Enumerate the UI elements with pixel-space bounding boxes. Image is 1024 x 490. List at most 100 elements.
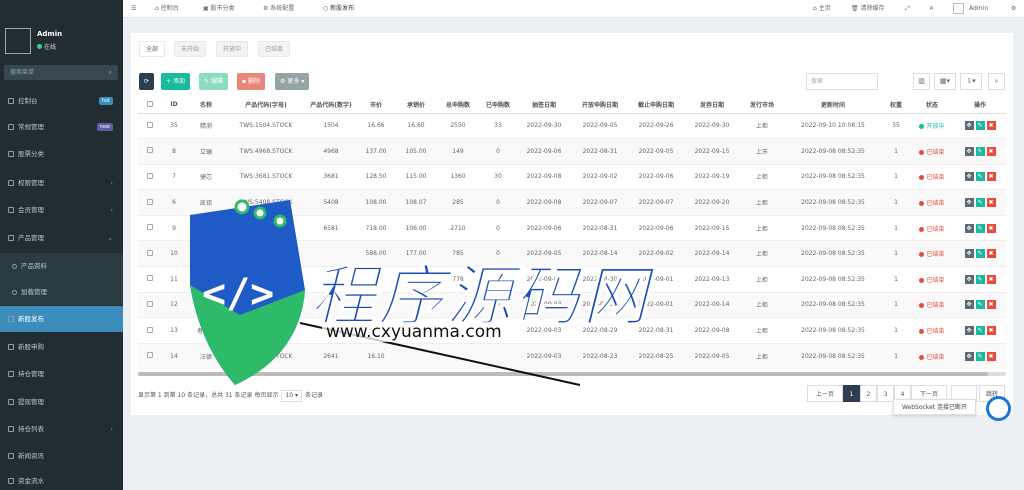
edit-row-icon[interactable]: ✎ (975, 249, 985, 259)
column-header[interactable]: 总申购数 (436, 97, 480, 114)
row-checkbox-cell[interactable] (138, 214, 162, 241)
checkbox[interactable] (147, 172, 153, 179)
delete-row-icon[interactable]: ✖ (986, 351, 996, 361)
tab-open[interactable]: 开放中 (216, 41, 249, 57)
checkbox[interactable] (147, 352, 153, 359)
delete-row-icon[interactable]: ✖ (986, 146, 996, 156)
select-all-checkbox[interactable] (138, 97, 162, 114)
refresh-button[interactable]: ⟳ (139, 73, 155, 90)
edit-row-icon[interactable]: ✎ (975, 274, 985, 284)
avatar[interactable] (5, 28, 31, 54)
sidebar-item-11[interactable]: 持仓管理 (0, 361, 123, 387)
row-checkbox-cell[interactable] (138, 266, 162, 293)
admin-menu[interactable]: Admin (969, 0, 988, 18)
home-link[interactable]: ⌂ 主页 (813, 0, 831, 18)
column-header[interactable]: 更新时间 (784, 97, 882, 114)
delete-row-icon[interactable]: ✖ (986, 121, 996, 131)
delete-row-icon[interactable]: ✖ (986, 223, 996, 233)
table-row[interactable]: 35 精测 TWS:1504.STOCK 1504 16.66 16.60 2550 33 20… (138, 112, 1006, 139)
search-icon[interactable]: ⌕ (109, 65, 112, 80)
drag-handle-icon[interactable]: ✥ (964, 121, 974, 131)
delete-row-icon[interactable]: ✖ (986, 249, 996, 259)
edit-row-icon[interactable]: ✎ (975, 146, 985, 156)
admin-avatar[interactable] (953, 3, 964, 14)
add-button[interactable]: + 添加 (161, 73, 191, 90)
column-header[interactable]: 状态 (910, 97, 954, 114)
checkbox[interactable] (147, 147, 153, 154)
tab-all[interactable]: 全部 (139, 41, 166, 57)
delete-row-icon[interactable]: ✖ (986, 300, 996, 310)
table-search-input[interactable]: 搜索 (806, 73, 878, 90)
more-button[interactable]: ⚙ 更多 ▾ (275, 73, 310, 90)
top-tab-system-config[interactable]: ⚙ 系统配置 (263, 0, 294, 18)
column-header[interactable]: ID (162, 97, 186, 114)
column-header[interactable]: 操作 (954, 97, 1006, 114)
sidebar-item-5[interactable]: 会员管理 ‹ (0, 197, 123, 223)
page-button-1[interactable]: 1 (843, 385, 860, 402)
edit-button[interactable]: ✎ 编辑 (199, 73, 229, 90)
column-header[interactable]: 产品代码(数字) (306, 97, 356, 114)
column-header[interactable]: 开放申购日期 (572, 97, 628, 114)
page-button-3[interactable]: 3 (877, 385, 894, 402)
row-checkbox-cell[interactable] (138, 240, 162, 267)
delete-button[interactable]: ▪ 删除 (237, 73, 266, 90)
sidebar-item-8[interactable]: 加载管理 (0, 279, 123, 305)
row-checkbox-cell[interactable] (138, 342, 162, 369)
delete-row-icon[interactable]: ✖ (986, 326, 996, 336)
column-header[interactable]: 抽签日期 (516, 97, 572, 114)
settings-gear-icon[interactable]: ⚙ (1011, 0, 1016, 18)
advanced-search-icon[interactable]: ⌕ (988, 73, 1005, 90)
sidebar-item-12[interactable]: 提现管理 (0, 389, 123, 415)
checkbox[interactable] (147, 300, 153, 307)
row-checkbox-cell[interactable] (138, 112, 162, 139)
checkbox[interactable] (147, 326, 153, 333)
edit-row-icon[interactable]: ✎ (975, 326, 985, 336)
checkbox[interactable] (147, 121, 153, 128)
drag-handle-icon[interactable]: ✥ (964, 326, 974, 336)
checkbox[interactable] (147, 249, 153, 256)
sidebar-item-4[interactable]: 权限管理 ‹ (0, 170, 123, 196)
checkbox[interactable] (147, 224, 153, 231)
edit-row-icon[interactable]: ✎ (975, 172, 985, 182)
drag-handle-icon[interactable]: ✥ (964, 198, 974, 208)
sidebar-item-15[interactable]: 资金流水 (0, 468, 123, 490)
tab-not-started[interactable]: 未开始 (174, 41, 207, 57)
tab-ended[interactable]: 已结束 (258, 41, 291, 57)
edit-row-icon[interactable]: ✎ (975, 351, 985, 361)
clear-cache-button[interactable]: 🗑 清除缓存 (851, 0, 885, 18)
columns-icon[interactable]: ▦▾ (934, 73, 956, 90)
top-tab-ipo-release[interactable]: ○ 新股发布 (323, 0, 354, 18)
column-header[interactable]: 承销价 (396, 97, 436, 114)
row-checkbox-cell[interactable] (138, 163, 162, 190)
row-checkbox-cell[interactable] (138, 138, 162, 165)
top-tab-stock-category[interactable]: ▣ 股市分类 (203, 0, 235, 18)
sidebar-item-2[interactable]: 常规管理 new (0, 114, 123, 140)
delete-row-icon[interactable]: ✖ (986, 172, 996, 182)
edit-row-icon[interactable]: ✎ (975, 300, 985, 310)
page-button-2[interactable]: 2 (860, 385, 877, 402)
row-checkbox-cell[interactable] (138, 189, 162, 216)
sidebar-search-input[interactable]: 搜索菜单 ⌕ (4, 65, 118, 80)
drag-handle-icon[interactable]: ✥ (964, 249, 974, 259)
fullscreen-icon[interactable]: ⤢ (905, 0, 910, 18)
sidebar-item-7[interactable]: 产品资料 (0, 253, 123, 279)
drag-handle-icon[interactable]: ✥ (964, 172, 974, 182)
expand-icon[interactable]: ✕ (929, 0, 934, 18)
column-header[interactable]: 已申购数 (480, 97, 516, 114)
prev-page-button[interactable]: 上一页 (807, 385, 843, 402)
checkbox[interactable] (147, 198, 153, 205)
drag-handle-icon[interactable]: ✥ (964, 351, 974, 361)
column-header[interactable]: 权重 (882, 97, 910, 114)
checkbox[interactable] (147, 100, 153, 107)
edit-row-icon[interactable]: ✎ (975, 223, 985, 233)
drag-handle-icon[interactable]: ✥ (964, 274, 974, 284)
edit-row-icon[interactable]: ✎ (975, 198, 985, 208)
delete-row-icon[interactable]: ✖ (986, 198, 996, 208)
sidebar-item-10[interactable]: 新股申购 (0, 334, 123, 360)
sidebar-item-1[interactable]: 控制台 hot (0, 88, 123, 114)
chat-bubble-icon[interactable] (986, 396, 1011, 421)
sidebar-item-3[interactable]: 股票分类 (0, 141, 123, 167)
sidebar-item-6[interactable]: 产品管理 ⌄ (0, 225, 123, 251)
sidebar-item-14[interactable]: 新闻资讯 (0, 443, 123, 469)
drag-handle-icon[interactable]: ✥ (964, 223, 974, 233)
